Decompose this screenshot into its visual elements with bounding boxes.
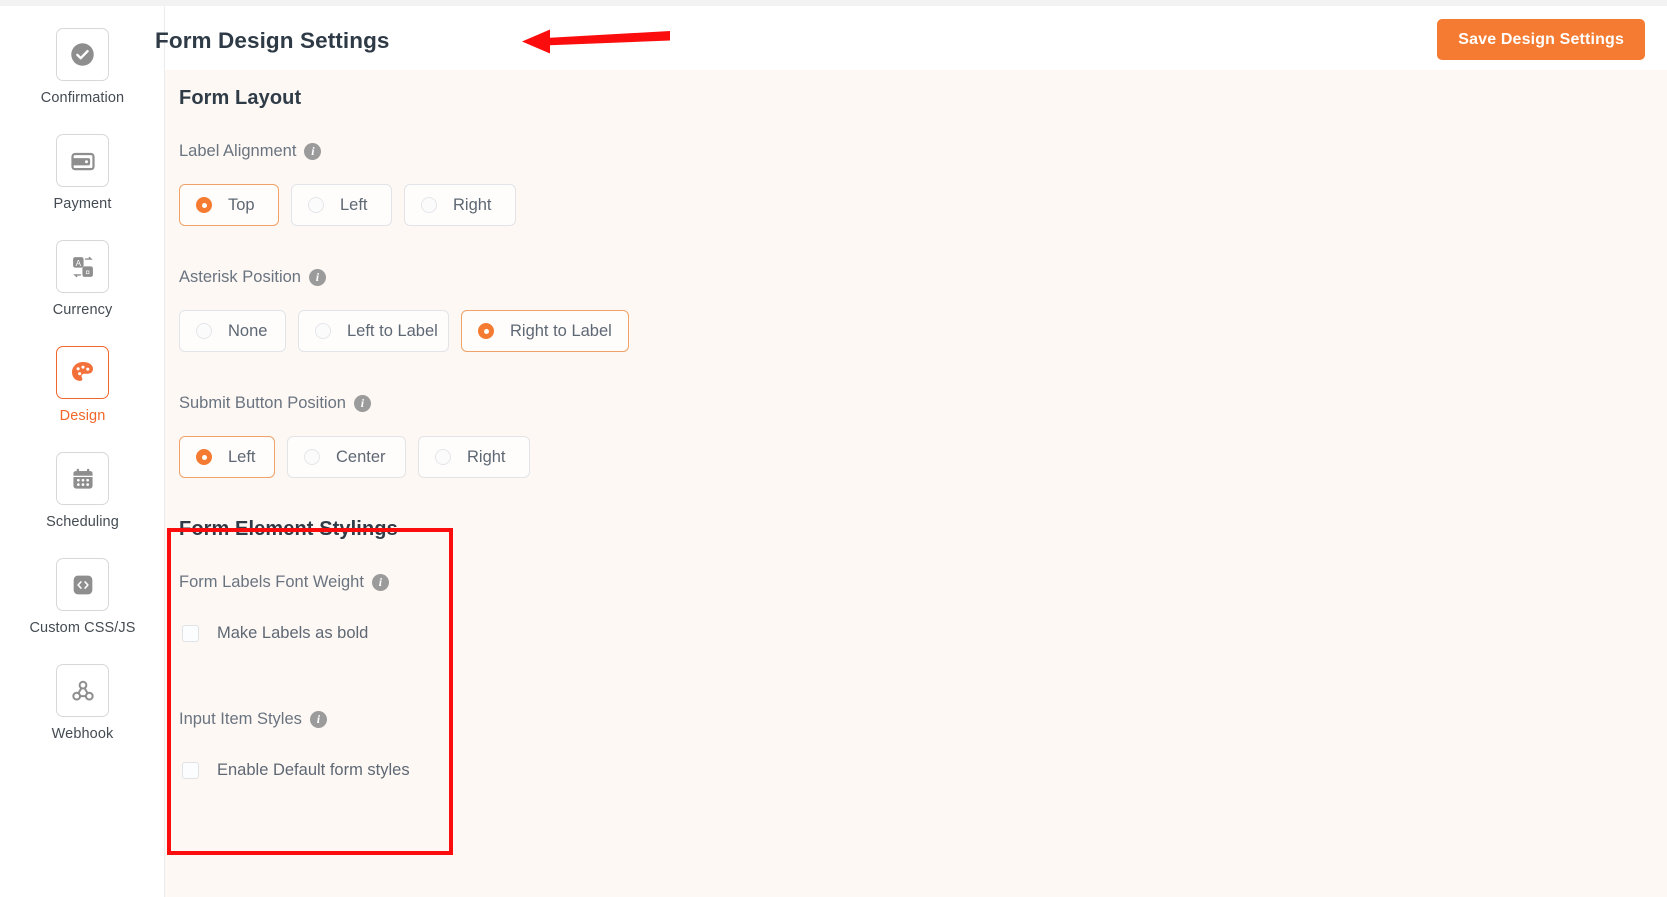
sidebar-item-label: Webhook <box>51 726 114 742</box>
checkbox-row-make-labels-bold[interactable]: Make Labels as bold <box>182 624 368 643</box>
red-arrow-annotation <box>522 29 670 54</box>
radio-indicator <box>421 197 437 213</box>
page-header: Form Design Settings Save Design Setting… <box>155 6 1667 70</box>
field-label-asterisk-position: Asterisk Position i <box>179 268 326 287</box>
sidebar-item-label: Payment <box>53 196 112 212</box>
checkbox-make-labels-bold[interactable] <box>182 625 199 642</box>
section-title-form-layout: Form Layout <box>179 87 302 109</box>
radio-option-top[interactable]: Top <box>179 184 279 226</box>
radio-option-label: Right <box>453 195 492 214</box>
radio-option-label: None <box>228 321 268 340</box>
info-icon[interactable]: i <box>304 143 322 160</box>
sidebar-item-webhook[interactable]: Webhook <box>0 664 165 742</box>
field-label-input-item-styles: Input Item Styles i <box>179 710 327 729</box>
radio-indicator <box>304 449 320 465</box>
radio-indicator <box>315 323 331 339</box>
radio-indicator <box>196 197 212 213</box>
field-label-text: Submit Button Position <box>179 394 346 412</box>
design-settings-panel: Form Layout Label Alignment i Top Left R… <box>165 70 1667 897</box>
info-icon[interactable]: i <box>309 711 327 728</box>
sidebar-item-currency[interactable]: A ¤ Currency <box>0 240 165 318</box>
field-label-submit-button-position: Submit Button Position i <box>179 394 371 413</box>
info-icon[interactable]: i <box>308 269 326 286</box>
radio-group-submit-button-position: Left Center Right <box>179 436 530 478</box>
page-title: Form Design Settings <box>155 28 390 53</box>
radio-option-right[interactable]: Right <box>404 184 516 226</box>
radio-indicator <box>196 323 212 339</box>
svg-text:A: A <box>75 258 81 267</box>
field-label-text: Input Item Styles <box>179 710 302 728</box>
sidebar-item-design[interactable]: Design <box>0 346 165 424</box>
field-label-text: Label Alignment <box>179 142 297 160</box>
sidebar-item-confirmation[interactable]: Confirmation <box>0 28 165 106</box>
palette-icon <box>56 346 109 399</box>
settings-sidebar: Confirmation Payment A ¤ Currency Design… <box>0 6 165 897</box>
radio-option-center[interactable]: Center <box>287 436 406 478</box>
save-design-settings-button[interactable]: Save Design Settings <box>1437 19 1645 60</box>
radio-indicator <box>478 323 494 339</box>
radio-option-left[interactable]: Left <box>291 184 392 226</box>
radio-indicator <box>196 449 212 465</box>
radio-option-label: Left <box>228 447 256 466</box>
svg-text:¤: ¤ <box>85 268 90 277</box>
radio-option-none[interactable]: None <box>179 310 286 352</box>
field-label-text: Form Labels Font Weight <box>179 573 364 591</box>
info-icon[interactable]: i <box>353 395 371 412</box>
checkbox-enable-default-form-styles[interactable] <box>182 762 199 779</box>
sidebar-item-label: Scheduling <box>46 514 119 530</box>
webhook-icon <box>56 664 109 717</box>
radio-option-left[interactable]: Left <box>179 436 275 478</box>
calendar-icon <box>56 452 109 505</box>
translate-currency-icon: A ¤ <box>56 240 109 293</box>
sidebar-item-label: Custom CSS/JS <box>29 620 136 636</box>
radio-option-label: Center <box>336 447 386 466</box>
sidebar-item-scheduling[interactable]: Scheduling <box>0 452 165 530</box>
radio-indicator <box>435 449 451 465</box>
sidebar-item-label: Design <box>59 408 106 424</box>
field-label-form-labels-font-weight: Form Labels Font Weight i <box>179 573 389 592</box>
radio-group-asterisk-position: None Left to Label Right to Label <box>179 310 629 352</box>
radio-option-label: Left <box>340 195 368 214</box>
radio-group-label-alignment: Top Left Right <box>179 184 516 226</box>
sidebar-item-custom-css-js[interactable]: Custom CSS/JS <box>0 558 165 636</box>
checkbox-label: Make Labels as bold <box>217 624 369 642</box>
checkbox-label: Enable Default form styles <box>217 761 410 779</box>
field-label-text: Asterisk Position <box>179 268 301 286</box>
radio-indicator <box>308 197 324 213</box>
section-title-form-element-stylings: Form Element Stylings <box>179 518 398 540</box>
check-circle-icon <box>56 28 109 81</box>
radio-option-label: Left to Label <box>347 321 438 340</box>
radio-option-right[interactable]: Right <box>418 436 530 478</box>
sidebar-item-label: Currency <box>52 302 113 318</box>
radio-option-label: Top <box>228 195 255 214</box>
code-brackets-icon <box>56 558 109 611</box>
radio-option-left-to-label[interactable]: Left to Label <box>298 310 449 352</box>
checkbox-row-enable-default-form-styles[interactable]: Enable Default form styles <box>182 761 410 780</box>
sidebar-item-payment[interactable]: Payment <box>0 134 165 212</box>
info-icon[interactable]: i <box>371 574 389 591</box>
app-root: Confirmation Payment A ¤ Currency Design… <box>0 0 1667 897</box>
radio-option-label: Right to Label <box>510 321 612 340</box>
sidebar-item-label: Confirmation <box>40 90 125 106</box>
radio-option-right-to-label[interactable]: Right to Label <box>461 310 629 352</box>
field-label-label-alignment: Label Alignment i <box>179 142 322 161</box>
radio-option-label: Right <box>467 447 506 466</box>
wallet-icon <box>56 134 109 187</box>
